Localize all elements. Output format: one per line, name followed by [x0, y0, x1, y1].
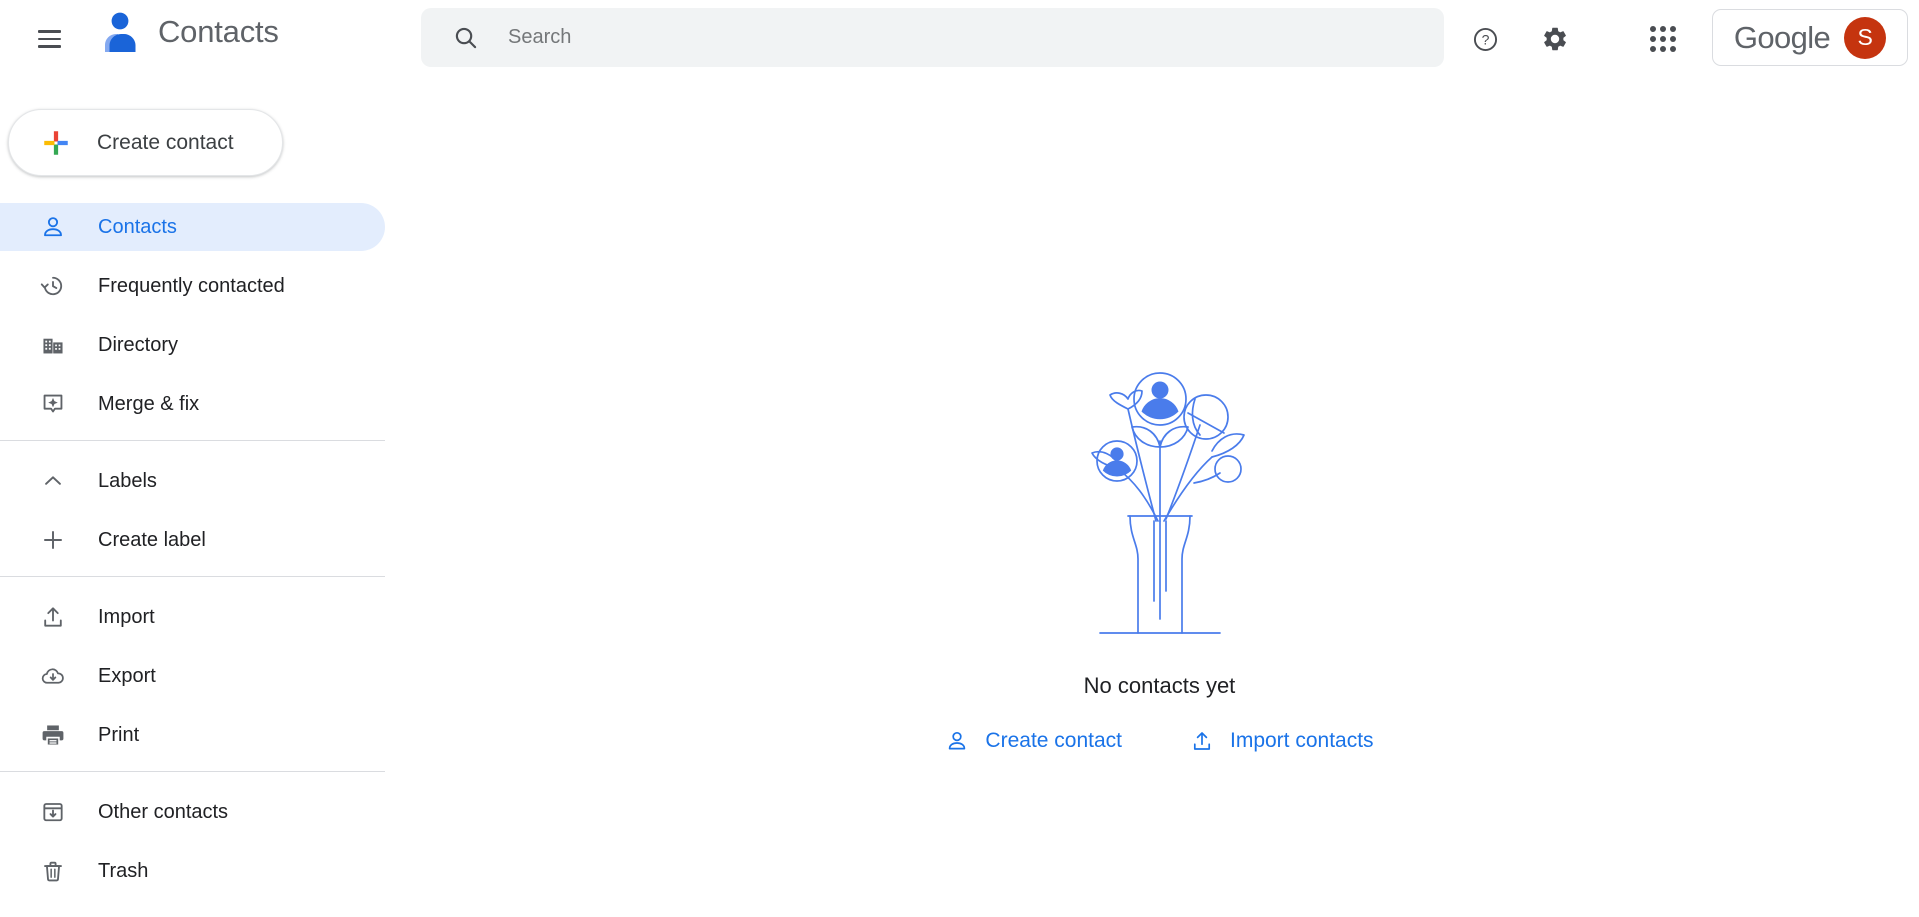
create-contact-link-label: Create contact — [985, 729, 1122, 752]
sidebar-item-label: Contacts — [98, 215, 177, 238]
empty-state: No contacts yet Create contact Import co… — [850, 361, 1470, 753]
flower-vase-contacts-illustration — [1090, 372, 1245, 634]
google-plus-icon — [44, 130, 68, 155]
upload-icon — [1193, 732, 1211, 750]
plus-icon — [44, 531, 62, 549]
sidebar-item-label: Labels — [98, 469, 157, 492]
person-icon — [44, 217, 62, 237]
history-clock-icon — [40, 276, 63, 296]
sidebar-item-print[interactable]: Print — [0, 711, 385, 759]
sidebar-item-label: Other contacts — [98, 800, 229, 823]
apps-grid-dots — [1650, 26, 1676, 52]
printer-icon — [42, 725, 64, 745]
grid-dot — [1650, 36, 1656, 42]
grid-dot — [1670, 26, 1676, 32]
upload-icon — [44, 607, 62, 627]
main-content: No contacts yet Create contact Import co… — [400, 76, 1919, 917]
create-contact-button[interactable]: Create contact — [8, 109, 283, 176]
sidebar-item-other-contacts[interactable]: Other contacts — [0, 788, 385, 836]
sidebar-item-label: Directory — [98, 333, 179, 356]
apps-grid-icon[interactable] — [1642, 18, 1684, 60]
svg-text:?: ? — [1481, 31, 1489, 47]
grid-dot — [1650, 26, 1656, 32]
search-input[interactable] — [508, 26, 1388, 49]
sidebar-item-directory[interactable]: Directory — [0, 321, 385, 369]
contacts-person-logo — [105, 12, 136, 52]
building-icon — [43, 338, 63, 354]
import-contacts-link[interactable]: Import contacts — [1190, 729, 1374, 753]
sidebar-item-merge-and-fix[interactable]: Merge & fix — [0, 380, 385, 428]
sidebar-item-label: Print — [98, 723, 140, 746]
sidebar-item-frequently-contacted[interactable]: Frequently contacted — [0, 262, 385, 310]
trash-icon — [44, 861, 62, 882]
sidebar-divider — [0, 771, 385, 772]
grid-dot — [1670, 36, 1676, 42]
grid-dot — [1660, 36, 1666, 42]
cloud-download-icon — [41, 668, 64, 684]
merge-sparkle-icon — [43, 394, 63, 413]
hamburger-bar — [37, 37, 61, 41]
empty-state-title: No contacts yet — [1083, 673, 1236, 698]
hamburger-menu-icon[interactable] — [30, 20, 68, 58]
sidebar-item-label: Import — [98, 605, 155, 628]
sidebar-nav: Contacts Frequently contacted Directory … — [0, 203, 400, 906]
import-contacts-link-label: Import contacts — [1230, 729, 1374, 752]
avatar[interactable]: S — [1844, 16, 1887, 59]
google-wordmark: Google — [1733, 19, 1831, 55]
grid-dot — [1650, 46, 1656, 52]
sidebar: Create contact Contacts Frequently conta… — [0, 76, 400, 917]
chevron-up-icon — [45, 476, 61, 485]
sidebar-item-label: Export — [98, 664, 156, 687]
empty-state-actions: Create contact Import contacts — [945, 729, 1374, 753]
grid-dot — [1670, 46, 1676, 52]
gear-icon[interactable] — [1534, 18, 1576, 60]
app-brand[interactable]: Contacts — [96, 8, 279, 56]
sidebar-item-label: Trash — [98, 859, 149, 882]
grid-dot — [1660, 46, 1666, 52]
hamburger-bar — [37, 45, 61, 48]
archive-down-icon — [43, 803, 63, 822]
search-bar[interactable] — [421, 8, 1444, 67]
sidebar-item-label: Frequently contacted — [98, 274, 285, 297]
person-add-icon — [949, 731, 966, 750]
account-chip[interactable]: Google S — [1712, 9, 1908, 66]
sidebar-item-label: Merge & fix — [98, 392, 200, 415]
contacts-app: Contacts ? — [0, 0, 1919, 917]
sidebar-item-labels[interactable]: Labels — [0, 457, 385, 505]
top-bar: Contacts ? — [0, 0, 1919, 76]
create-contact-button-label: Create contact — [97, 130, 234, 154]
help-circle-icon[interactable]: ? — [1464, 18, 1506, 60]
sidebar-item-export[interactable]: Export — [0, 652, 385, 700]
sidebar-divider — [0, 576, 385, 577]
hamburger-bar — [37, 30, 61, 33]
sidebar-item-create-label[interactable]: Create label — [0, 516, 385, 564]
sidebar-item-trash[interactable]: Trash — [0, 847, 385, 895]
page-title: Contacts — [158, 14, 279, 49]
search-icon — [455, 27, 477, 48]
sidebar-item-contacts[interactable]: Contacts — [0, 203, 385, 251]
sidebar-item-label: Create label — [98, 528, 206, 551]
create-contact-link[interactable]: Create contact — [945, 729, 1122, 753]
sidebar-divider — [0, 440, 385, 441]
grid-dot — [1660, 26, 1666, 32]
sidebar-item-import[interactable]: Import — [0, 593, 385, 641]
